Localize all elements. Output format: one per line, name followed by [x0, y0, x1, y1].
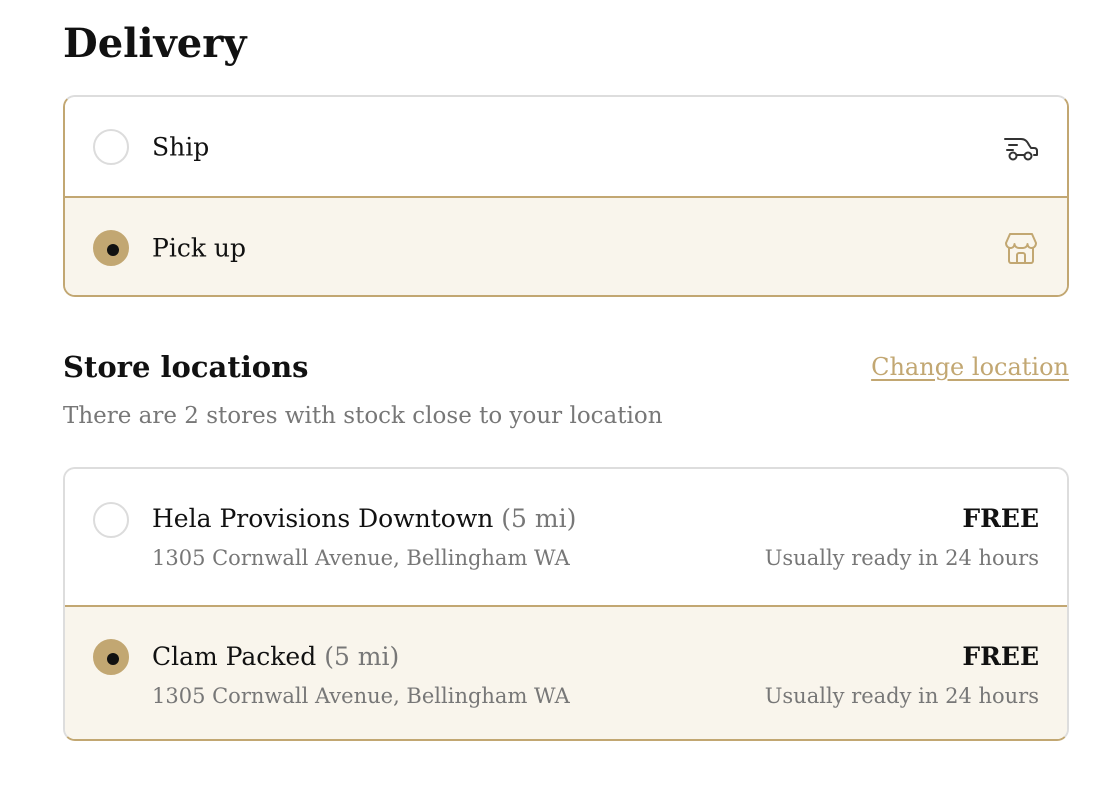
- store-address: 1305 Cornwall Avenue, Bellingham WA: [152, 684, 570, 708]
- delivery-option-ship[interactable]: Ship: [65, 97, 1067, 196]
- store-radio[interactable]: [93, 639, 129, 675]
- store-option[interactable]: Clam Packed (5 mi) 1305 Cornwall Avenue,…: [65, 605, 1067, 739]
- ship-label: Ship: [152, 132, 210, 161]
- store-locations-title: Store locations: [63, 350, 309, 384]
- truck-icon: [1004, 137, 1038, 160]
- delivery-title: Delivery: [63, 20, 247, 67]
- change-location-link[interactable]: Change location: [871, 353, 1069, 381]
- delivery-option-pickup[interactable]: Pick up: [65, 196, 1067, 295]
- store-name: Hela Provisions Downtown: [152, 504, 494, 533]
- store-address: 1305 Cornwall Avenue, Bellingham WA: [152, 546, 570, 570]
- ship-radio[interactable]: [93, 128, 129, 165]
- store-option[interactable]: Hela Provisions Downtown (5 mi) 1305 Cor…: [65, 469, 1067, 605]
- store-name: Clam Packed: [152, 642, 317, 671]
- store-ready-time: Usually ready in 24 hours: [764, 546, 1039, 570]
- delivery-options-group: Ship Pick up: [63, 95, 1069, 297]
- store-distance: (5 mi): [324, 642, 400, 671]
- pickup-radio[interactable]: [93, 229, 129, 266]
- store-list: Hela Provisions Downtown (5 mi) 1305 Cor…: [63, 467, 1069, 741]
- pickup-label: Pick up: [152, 233, 247, 262]
- store-distance: (5 mi): [501, 504, 577, 533]
- store-ready-time: Usually ready in 24 hours: [764, 684, 1039, 708]
- store-price: FREE: [962, 504, 1039, 533]
- store-radio[interactable]: [93, 502, 129, 538]
- store-name-line: Hela Provisions Downtown (5 mi): [152, 504, 576, 533]
- checkout-delivery-page: Delivery Ship Pick up Store locations Ch…: [0, 0, 1120, 796]
- store-locations-subtitle: There are 2 stores with stock close to y…: [63, 403, 663, 429]
- store-icon: [1005, 232, 1037, 264]
- store-price: FREE: [962, 642, 1039, 671]
- store-name-line: Clam Packed (5 mi): [152, 642, 399, 671]
